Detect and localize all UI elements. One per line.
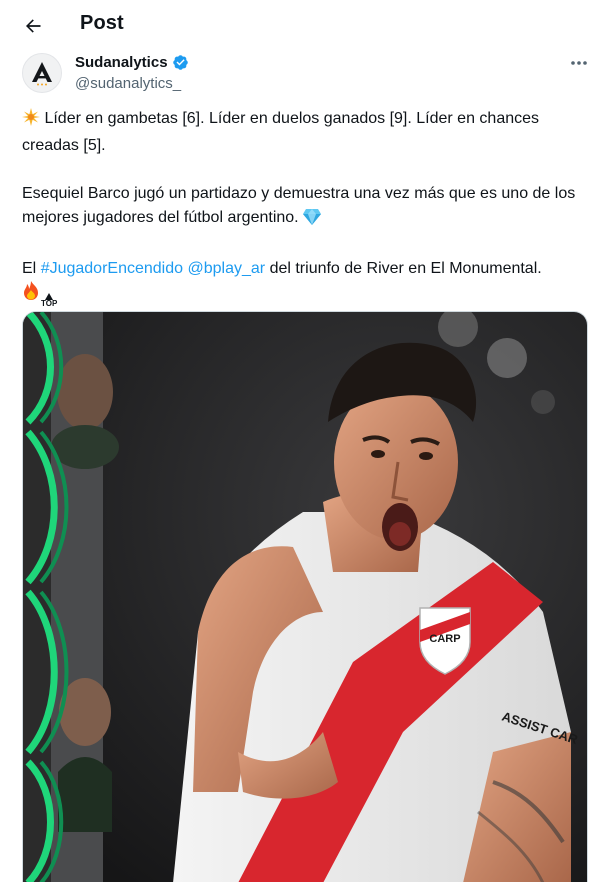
page-title: Post — [80, 12, 124, 34]
tweet-text: Líder en gambetas [6]. Líder en duelos g… — [22, 107, 588, 308]
more-options-button[interactable] — [566, 52, 592, 74]
top-emoji-label: TOP — [41, 299, 58, 308]
svg-text:CARP: CARP — [429, 633, 460, 645]
tweet-line-1: Líder en gambetas [6]. Líder en duelos g… — [22, 107, 588, 158]
avatar[interactable] — [22, 53, 62, 93]
tweet-line-3-prefix: El — [22, 260, 37, 277]
tweet-line-2: Esequiel Barco jugó un partidazo y demue… — [22, 182, 588, 233]
sparkle-emoji — [22, 108, 40, 134]
top-bar: Post — [0, 0, 608, 50]
more-icon — [571, 61, 587, 65]
hashtag-link[interactable]: #JugadorEncendido — [41, 260, 183, 277]
author-handle[interactable]: @sudanalytics_ — [75, 75, 181, 92]
author-name-row: Sudanalytics — [75, 54, 189, 71]
player-photo: CARP ASSIST CAR — [23, 312, 587, 882]
sudanalytics-logo-icon — [32, 62, 52, 86]
back-button[interactable] — [20, 13, 46, 39]
tweet-line-3-suffix: del triunfo de River en El Monumental. — [269, 260, 542, 277]
tweet-line-4: TOP — [22, 281, 588, 308]
arrow-left-icon — [26, 19, 41, 33]
mention-link[interactable]: @bplay_ar — [187, 260, 265, 277]
tweet-line-3: El #JugadorEncendido @bplay_ar del triun… — [22, 257, 588, 281]
author-name[interactable]: Sudanalytics — [75, 54, 168, 71]
diamond-emoji — [303, 209, 322, 233]
top-emoji: TOP — [41, 293, 57, 308]
tweet-line-1-text: Líder en gambetas [6]. Líder en duelos g… — [22, 110, 540, 154]
verified-badge-icon — [172, 54, 189, 71]
fire-emoji — [22, 281, 40, 308]
tweet-media-image[interactable]: CARP ASSIST CAR — [22, 311, 588, 882]
tweet-line-2-text: Esequiel Barco jugó un partidazo y demue… — [22, 185, 576, 226]
